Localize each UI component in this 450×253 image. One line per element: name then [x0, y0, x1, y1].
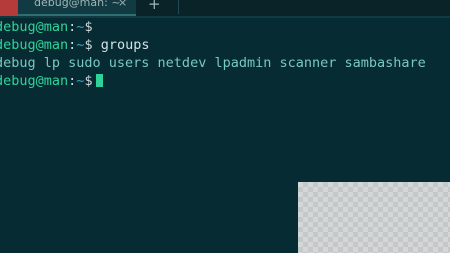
groups-output: debug lp sudo users netdev lpadmin scann…: [0, 55, 426, 71]
prompt-user: debug@man: [0, 19, 69, 35]
prompt-line: debug@man:~$ groups: [0, 36, 450, 54]
tab-accent-marker: [0, 0, 18, 16]
prompt-user: debug@man: [0, 73, 69, 89]
terminal-tab[interactable]: debug@man: ~ ×: [18, 0, 136, 16]
prompt-line: debug@man:~$: [0, 18, 450, 36]
text-cursor: [95, 74, 103, 87]
tab-divider: [178, 0, 179, 14]
new-tab-plus-icon[interactable]: +: [148, 0, 161, 13]
prompt-symbol: $: [84, 73, 93, 89]
terminal-window[interactable]: debug@man: ~ × + debug@man:~$ debug@man:~…: [0, 0, 450, 253]
watermark-overlay: [298, 182, 450, 253]
output-line: debug lp sudo users netdev lpadmin scann…: [0, 54, 450, 72]
terminal-output[interactable]: debug@man:~$ debug@man:~$ groups debug lp …: [0, 18, 450, 90]
close-icon[interactable]: ×: [118, 0, 127, 9]
prompt-user: debug@man: [0, 37, 69, 53]
command-text: groups: [100, 37, 150, 53]
tab-bar: debug@man: ~ × +: [0, 0, 450, 16]
prompt-symbol: $: [84, 37, 93, 53]
prompt-line: debug@man:~$: [0, 72, 450, 90]
prompt-symbol: $: [84, 19, 93, 35]
tab-title: debug@man: ~: [34, 0, 121, 9]
